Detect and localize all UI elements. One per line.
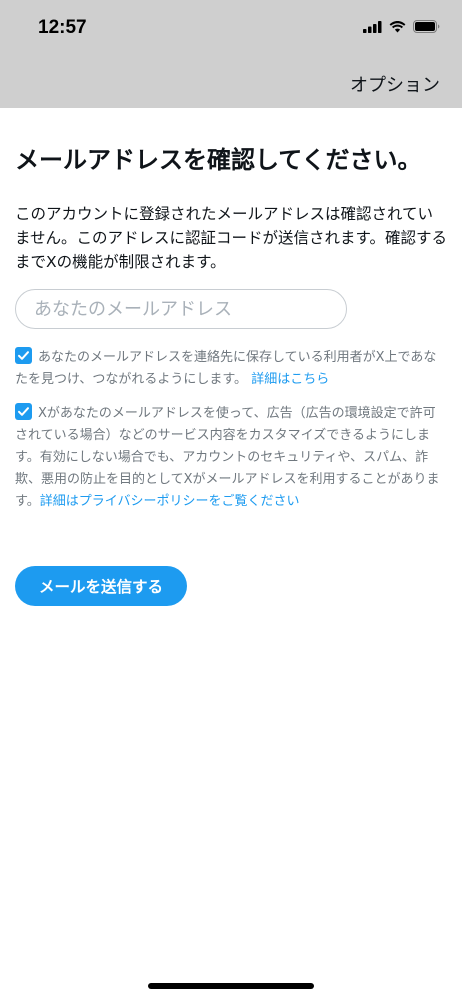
email-input[interactable]: [15, 289, 347, 329]
status-icons: [363, 20, 440, 33]
consent-contacts-text: あなたのメールアドレスを連絡先に保存している利用者がX上であなたを見つけ、つなが…: [15, 350, 437, 387]
privacy-policy-link[interactable]: 詳細はプライバシーポリシーをご覧ください: [40, 494, 300, 509]
options-button[interactable]: オプション: [350, 71, 440, 97]
checkmark-icon: [18, 351, 29, 360]
cellular-signal-icon: [363, 20, 382, 33]
consent-ads-checkbox[interactable]: [15, 403, 32, 420]
status-time: 12:57: [38, 17, 87, 38]
consent-ads-row: Xがあなたのメールアドレスを使って、広告（広告の環境設定で許可されている場合）な…: [15, 403, 447, 513]
consent-contacts-learn-more-link[interactable]: 詳細はこちら: [251, 372, 329, 387]
main-content: メールアドレスを確認してください。 このアカウントに登録されたメールアドレスは確…: [15, 108, 447, 606]
description-text: このアカウントに登録されたメールアドレスは確認されていません。このアドレスに認証…: [15, 205, 447, 271]
send-email-button[interactable]: メールを送信する: [15, 566, 187, 606]
battery-icon: [413, 20, 440, 33]
page-title: メールアドレスを確認してください。: [15, 146, 422, 174]
checkmark-icon: [18, 407, 29, 416]
consent-contacts-row: あなたのメールアドレスを連絡先に保存している利用者がX上であなたを見つけ、つなが…: [15, 347, 447, 391]
status-bar: 12:57: [0, 0, 462, 60]
nav-bar: オプション: [0, 60, 462, 108]
home-indicator: [148, 983, 314, 989]
consent-contacts-checkbox[interactable]: [15, 347, 32, 364]
wifi-icon: [389, 20, 406, 32]
